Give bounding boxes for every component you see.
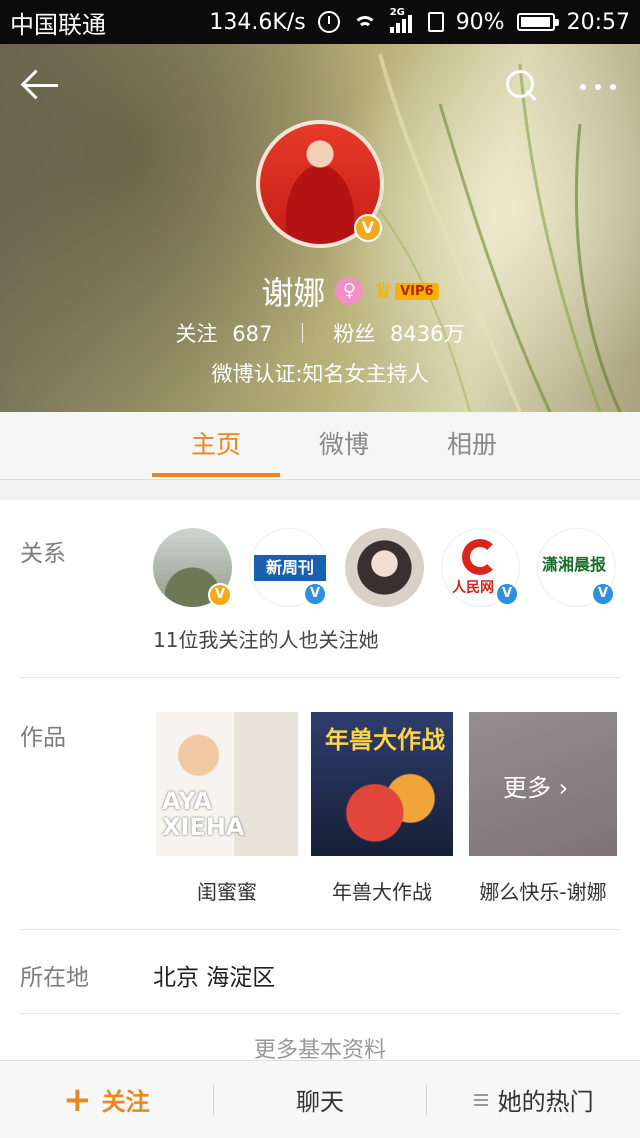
- status-right: 134.6K/s 2G 90% 20:57: [209, 7, 630, 35]
- location-label: 所在地: [20, 965, 89, 991]
- plus-icon: +: [63, 1079, 92, 1120]
- status-bar: 中国联通 134.6K/s 2G 90% 20:57: [0, 0, 640, 44]
- chat-label: 聊天: [296, 1088, 344, 1116]
- bottom-action-bar: + 关注 聊天 她的热门: [0, 1060, 640, 1138]
- tab-weibo[interactable]: 微博: [280, 412, 408, 479]
- female-icon: ♀: [335, 277, 364, 305]
- cover-text: 年兽大作战: [325, 726, 445, 754]
- related-account-avatar[interactable]: V: [153, 528, 232, 607]
- clock: 20:57: [566, 9, 630, 35]
- profile-header: V 谢娜 ♀ ♛ VIP6 关注 687 粉丝 8436万 微博认证:知名女主持…: [0, 44, 640, 412]
- work-item[interactable]: 年兽大作战 年兽大作战: [311, 712, 453, 905]
- tab-album[interactable]: 相册: [408, 412, 536, 479]
- account-logo: 新周刊: [254, 555, 326, 581]
- battery-icon: [516, 13, 559, 31]
- verified-gold-icon: V: [208, 583, 232, 607]
- account-logo-mark: [462, 539, 498, 575]
- related-account-avatar[interactable]: 人民网 V: [441, 528, 520, 607]
- follow-label: 关注: [101, 1088, 150, 1116]
- works-section: 作品 AYA XIEHA 闺蜜蜜 年兽大作战 年兽大作战 更多 › 娜么快乐-谢…: [20, 678, 620, 930]
- verified-blue-icon: V: [303, 582, 327, 606]
- hot-posts-label: 她的热门: [497, 1088, 594, 1116]
- back-arrow-icon[interactable]: [20, 64, 64, 108]
- vip-badge[interactable]: ♛ VIP6: [373, 278, 439, 304]
- tab-home[interactable]: 主页: [152, 412, 280, 479]
- account-logo: 潇湘晨报: [542, 555, 607, 574]
- work-cover: 更多 ›: [469, 712, 617, 856]
- search-icon[interactable]: [500, 64, 544, 108]
- related-account-avatar[interactable]: 潇湘晨报 V: [537, 528, 616, 607]
- work-item-more[interactable]: 更多 › 娜么快乐-谢娜: [469, 712, 617, 905]
- followers-label: 粉丝: [333, 322, 376, 346]
- alarm-icon: [317, 11, 340, 33]
- relations-label: 关系: [20, 541, 66, 567]
- following-label: 关注: [175, 322, 218, 346]
- profile-name: 谢娜: [261, 274, 326, 312]
- list-icon: [473, 1093, 488, 1106]
- relations-section: 关系 V 新周刊 V 人民网 V 潇湘晨报 V 11位我关注的人也关注她: [20, 500, 620, 678]
- cover-text: AYA XIEHA: [162, 787, 245, 841]
- mutual-follow-note[interactable]: 11位我关注的人也关注她: [153, 624, 378, 653]
- sim-icon: [427, 12, 444, 32]
- following-stat[interactable]: 关注 687: [176, 318, 273, 348]
- followers-stat[interactable]: 粉丝 8436万: [333, 318, 464, 348]
- work-item[interactable]: AYA XIEHA 闺蜜蜜: [156, 712, 298, 905]
- verified-blue-icon: V: [591, 582, 615, 606]
- battery-percent: 90%: [455, 9, 505, 35]
- work-cover: 年兽大作战: [311, 712, 453, 856]
- profile-avatar[interactable]: V: [256, 120, 384, 248]
- profile-stats: 关注 687 粉丝 8436万: [0, 318, 640, 348]
- location-value: 北京 海淀区: [153, 965, 276, 991]
- work-title: 娜么快乐-谢娜: [479, 880, 607, 904]
- name-row: 谢娜 ♀ ♛ VIP6: [0, 268, 640, 314]
- more-works-link[interactable]: 更多 ›: [503, 768, 568, 803]
- chat-button[interactable]: 聊天: [214, 1061, 427, 1138]
- profile-tabs: 主页 微博 相册: [0, 412, 640, 480]
- work-title: 闺蜜蜜: [197, 880, 257, 904]
- work-cover: AYA XIEHA: [156, 712, 298, 856]
- carrier-name: 中国联通: [10, 10, 106, 39]
- wifi-icon: [352, 12, 378, 32]
- related-account-avatar[interactable]: [345, 528, 424, 607]
- network-speed: 134.6K/s: [209, 9, 306, 35]
- verified-badge-icon: V: [354, 214, 382, 242]
- crown-icon: ♛: [373, 278, 394, 304]
- verification-text: 微博认证:知名女主持人: [211, 362, 429, 386]
- network-type: 2G: [389, 7, 405, 18]
- verified-blue-icon: V: [495, 582, 519, 606]
- followers-count: 8436万: [390, 322, 465, 346]
- following-count: 687: [232, 322, 273, 346]
- relations-avatars: V 新周刊 V 人民网 V 潇湘晨报 V: [153, 528, 616, 607]
- stats-divider: [302, 323, 304, 343]
- works-label: 作品: [20, 725, 66, 751]
- related-account-avatar[interactable]: 新周刊 V: [249, 528, 328, 607]
- follow-button[interactable]: + 关注: [0, 1061, 213, 1138]
- signal-icon: 2G: [389, 7, 416, 33]
- more-options-icon[interactable]: [576, 64, 620, 108]
- hot-posts-button[interactable]: 她的热门: [427, 1061, 640, 1138]
- profile-content: 关系 V 新周刊 V 人民网 V 潇湘晨报 V 11位我关注的人也关注她 作品: [0, 500, 640, 1063]
- account-logo: 人民网: [452, 580, 494, 596]
- work-title: 年兽大作战: [332, 880, 432, 904]
- vip-level: VIP6: [395, 282, 439, 300]
- location-section: 所在地 北京 海淀区: [20, 930, 620, 1014]
